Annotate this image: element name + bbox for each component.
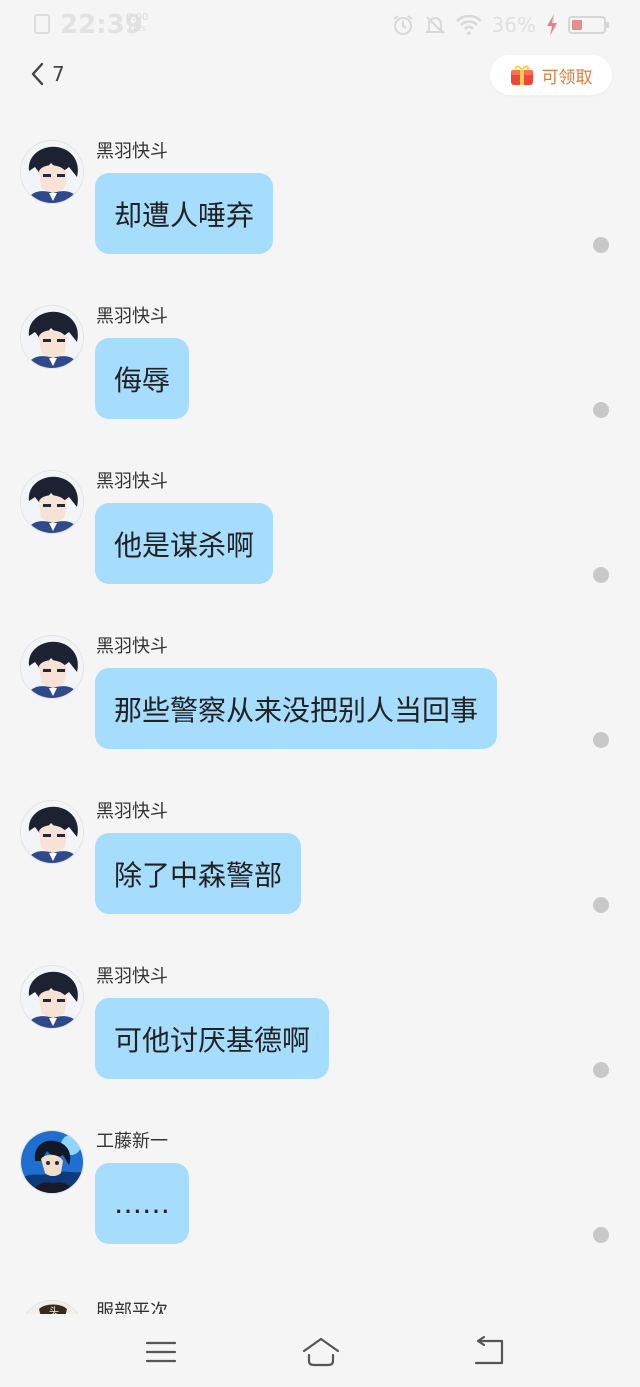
sender-name: 工藤新一 (96, 1131, 168, 1152)
read-status-dot (593, 1227, 609, 1243)
kaito-avatar-image (21, 801, 83, 863)
claim-reward-button[interactable]: 可领取 (490, 55, 612, 95)
home-icon[interactable] (300, 1334, 342, 1370)
read-status-dot (593, 1062, 609, 1078)
message-item: 黑羽快斗 那些警察从来没把别人当回事 (0, 635, 640, 765)
sim-icon (34, 14, 50, 34)
net-speed: 0.00 KB/s (126, 12, 148, 34)
kaito-avatar-image (21, 636, 83, 698)
sender-name: 黑羽快斗 (96, 306, 168, 327)
sender-name: 服部平次 (96, 1301, 168, 1314)
read-status-dot (593, 237, 609, 253)
avatar[interactable] (20, 1130, 84, 1194)
kaito-avatar-image (21, 141, 83, 203)
battery-percent: 36% (491, 13, 536, 37)
avatar[interactable] (20, 635, 84, 699)
mute-icon (424, 16, 445, 34)
partial-message-item: 头 服部平次 (0, 1300, 640, 1314)
avatar[interactable]: 头 (20, 1300, 84, 1314)
net-speed-value: 0.00 (126, 12, 149, 23)
avatar[interactable] (20, 470, 84, 534)
gift-icon (510, 65, 533, 85)
avatar[interactable] (20, 305, 84, 369)
heiji-avatar-image: 头 (21, 1301, 83, 1314)
chat-header: 7 可领取 (0, 52, 640, 100)
avatar[interactable] (20, 965, 84, 1029)
net-speed-unit: KB/s (128, 24, 146, 33)
claim-label: 可领取 (541, 67, 593, 88)
status-icons: 36% (392, 10, 609, 40)
avatar[interactable] (20, 140, 84, 204)
kaito-avatar-image (21, 966, 83, 1028)
read-status-dot (593, 732, 609, 748)
svg-text:头: 头 (49, 1306, 59, 1314)
read-status-dot (593, 567, 609, 583)
message-item: 黑羽快斗 除了中森警部 (0, 800, 640, 930)
shinichi-avatar-image (21, 1131, 83, 1193)
sender-name: 黑羽快斗 (96, 966, 168, 987)
kaito-avatar-image (21, 471, 83, 533)
sender-name: 黑羽快斗 (96, 471, 168, 492)
message-bubble[interactable]: 可他讨厌基德啊 (95, 998, 330, 1079)
sender-name: 黑羽快斗 (96, 141, 168, 162)
message-bubble[interactable]: …… (95, 1163, 189, 1244)
message-item: 黑羽快斗 可他讨厌基德啊 (0, 965, 640, 1095)
battery-icon (568, 16, 609, 34)
message-bubble[interactable]: 却遭人唾弃 (95, 173, 274, 254)
alarm-icon (392, 15, 413, 35)
chevron-left-icon (31, 62, 44, 86)
read-status-dot (593, 897, 609, 913)
back-button[interactable]: 7 (30, 62, 65, 86)
wifi-icon (455, 15, 482, 35)
system-navigation-bar (0, 1316, 640, 1387)
back-icon[interactable] (470, 1334, 506, 1370)
sender-name: 黑羽快斗 (96, 801, 168, 822)
unread-count: 7 (52, 62, 65, 86)
message-item: 黑羽快斗 侮辱 (0, 305, 640, 435)
read-status-dot (593, 402, 609, 418)
kaito-avatar-image (21, 306, 83, 368)
status-bar: 22:39 0.00 KB/s 36% (0, 0, 640, 50)
message-bubble[interactable]: 除了中森警部 (95, 833, 302, 914)
charging-icon (547, 14, 557, 36)
message-item: 黑羽快斗 却遭人唾弃 (0, 140, 640, 270)
message-bubble[interactable]: 他是谋杀啊 (95, 503, 274, 584)
message-bubble[interactable]: 那些警察从来没把别人当回事 (95, 668, 498, 749)
message-item: 黑羽快斗 他是谋杀啊 (0, 470, 640, 600)
avatar[interactable] (20, 800, 84, 864)
sender-name: 黑羽快斗 (96, 636, 168, 657)
message-item: 工藤新一 …… (0, 1130, 640, 1260)
menu-icon[interactable] (143, 1334, 179, 1370)
message-bubble[interactable]: 侮辱 (95, 338, 190, 419)
